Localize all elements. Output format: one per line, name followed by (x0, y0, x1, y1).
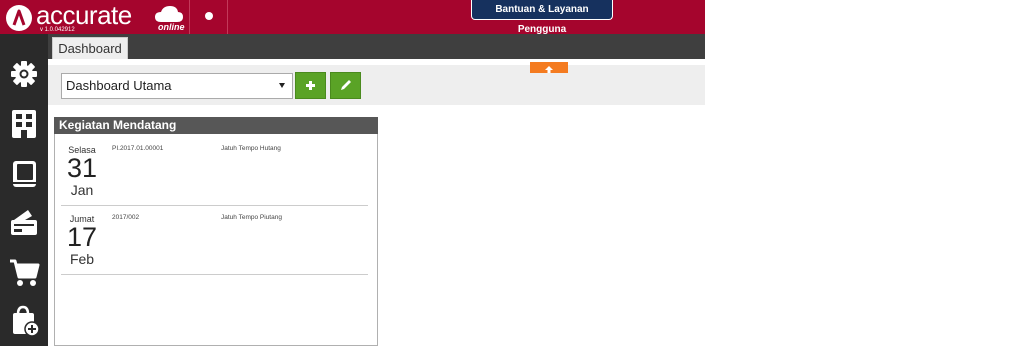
event-description: Jatuh Tempo Hutang (221, 145, 281, 152)
tab-bar: Dashboard (48, 34, 705, 59)
event-date: 17 (66, 222, 98, 252)
top-bar: accurate online v 1.0.042912 Bantuan & L… (0, 0, 705, 35)
logo-text: accurate (36, 0, 132, 30)
sidebar-item-purchase[interactable] (8, 256, 40, 288)
edit-dashboard-button[interactable] (330, 72, 361, 99)
building-icon (12, 110, 36, 138)
app-window: accurate online v 1.0.042912 Bantuan & L… (0, 0, 705, 346)
status-dot-icon[interactable] (205, 12, 213, 20)
sidebar-item-cash-bank[interactable] (8, 206, 40, 238)
gear-icon (11, 61, 37, 87)
header-divider (189, 0, 190, 34)
cart-icon (10, 259, 40, 286)
dashboard-toolbar: Dashboard Utama (48, 65, 705, 105)
event-month: Feb (69, 251, 95, 267)
bag-add-icon (13, 305, 40, 337)
upcoming-activities-widget: Kegiatan Mendatang Selasa 31 Jan PI.2017… (54, 117, 378, 346)
wallet-icon (11, 210, 37, 235)
sidebar-item-company[interactable] (8, 108, 40, 140)
event-reference-link[interactable]: 2017/002 (112, 214, 139, 221)
collapse-toolbar-button[interactable] (530, 62, 568, 73)
list-item[interactable]: Jumat 17 Feb 2017/002 Jatuh Tempo Piutan… (61, 205, 368, 275)
dashboard-select-value: Dashboard Utama (66, 78, 172, 93)
version-label: v 1.0.042912 (40, 27, 75, 33)
plus-icon (306, 81, 315, 90)
accurate-logo[interactable]: accurate online v 1.0.042912 (6, 0, 185, 34)
add-dashboard-button[interactable] (295, 72, 326, 99)
help-support-button[interactable]: Bantuan & Layanan Pengguna (471, 0, 613, 35)
event-description: Jatuh Tempo Piutang (221, 214, 282, 221)
event-date: 31 (66, 153, 98, 183)
dashboard-select[interactable]: Dashboard Utama (61, 73, 293, 99)
tab-dashboard[interactable]: Dashboard (52, 37, 128, 59)
pencil-icon (341, 80, 351, 90)
book-icon (13, 161, 36, 187)
sidebar-item-settings[interactable] (8, 58, 40, 90)
header-divider (227, 0, 228, 34)
event-reference-link[interactable]: PI.2017.01.00001 (112, 145, 163, 152)
cloud-icon (155, 6, 183, 22)
event-month: Jan (70, 182, 94, 198)
widget-title: Kegiatan Mendatang (54, 117, 378, 134)
logo-online-text: online (158, 22, 185, 32)
sidebar (0, 34, 48, 346)
sidebar-item-ledger[interactable] (8, 158, 40, 190)
logo-mark-icon (6, 5, 32, 31)
sidebar-item-sales[interactable] (8, 304, 40, 337)
list-item[interactable]: Selasa 31 Jan PI.2017.01.00001 Jatuh Tem… (61, 136, 368, 206)
arrow-up-icon (545, 66, 553, 73)
dropdown-arrow-icon (279, 83, 285, 88)
